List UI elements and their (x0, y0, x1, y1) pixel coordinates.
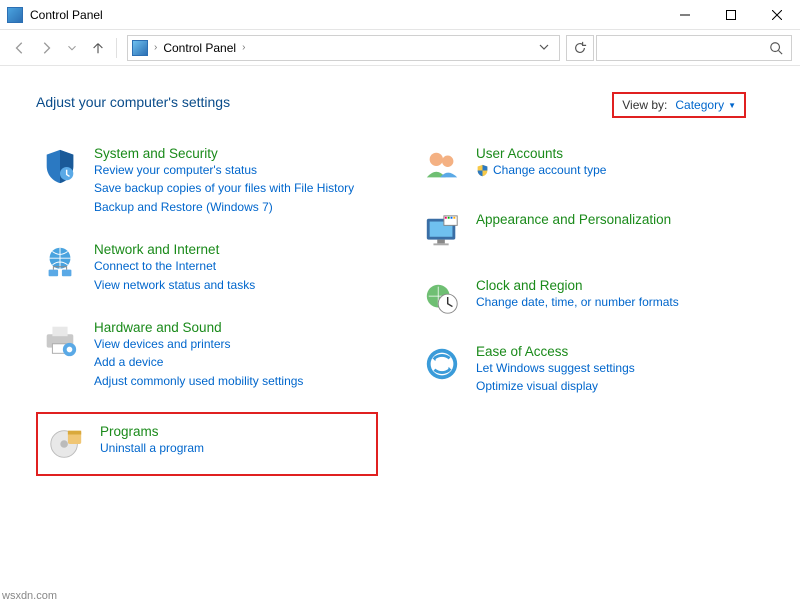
address-icon (132, 40, 148, 56)
shield-icon (40, 146, 80, 186)
users-icon (422, 146, 462, 186)
chevron-right-icon: › (242, 42, 245, 53)
category-link[interactable]: Review your computer's status (94, 162, 354, 179)
category-title[interactable]: User Accounts (476, 146, 606, 161)
category-link[interactable]: Change account type (493, 162, 606, 179)
globe-icon (40, 242, 80, 282)
back-button[interactable] (8, 36, 32, 60)
category-title[interactable]: Clock and Region (476, 278, 679, 293)
minimize-button[interactable] (662, 0, 708, 30)
right-column: User Accounts Change account type Appear… (418, 142, 760, 476)
watermark: wsxdn.com (2, 590, 57, 602)
category-programs: Programs Uninstall a program (36, 412, 378, 476)
category-ease-of-access: Ease of Access Let Windows suggest setti… (418, 340, 760, 400)
category-link[interactable]: Backup and Restore (Windows 7) (94, 199, 354, 216)
category-title[interactable]: Hardware and Sound (94, 320, 303, 335)
content-area: Adjust your computer's settings View by:… (0, 66, 800, 476)
window-title: Control Panel (30, 8, 103, 22)
category-title[interactable]: System and Security (94, 146, 354, 161)
category-link[interactable]: View network status and tasks (94, 277, 255, 294)
ease-of-access-icon (422, 344, 462, 384)
titlebar: Control Panel (0, 0, 800, 30)
category-title[interactable]: Ease of Access (476, 344, 635, 359)
address-bar[interactable]: › Control Panel › (127, 35, 560, 61)
category-user-accounts: User Accounts Change account type (418, 142, 760, 190)
forward-button[interactable] (34, 36, 58, 60)
programs-icon (46, 424, 86, 464)
refresh-button[interactable] (566, 35, 594, 61)
category-system-security: System and Security Review your computer… (36, 142, 378, 220)
up-button[interactable] (86, 36, 110, 60)
category-clock-region: Clock and Region Change date, time, or n… (418, 274, 760, 322)
category-link[interactable]: Let Windows suggest settings (476, 360, 635, 377)
category-title[interactable]: Network and Internet (94, 242, 255, 257)
category-link[interactable]: Connect to the Internet (94, 258, 255, 275)
category-title[interactable]: Appearance and Personalization (476, 212, 671, 227)
chevron-down-icon: ▼ (728, 101, 736, 110)
category-link[interactable]: Optimize visual display (476, 378, 635, 395)
categories: System and Security Review your computer… (36, 142, 760, 476)
view-by-value[interactable]: Category▼ (675, 98, 736, 112)
category-link[interactable]: Adjust commonly used mobility settings (94, 373, 303, 390)
search-icon (769, 41, 783, 55)
view-by-label: View by: (622, 98, 667, 112)
recent-dropdown[interactable] (60, 36, 84, 60)
category-link[interactable]: View devices and printers (94, 336, 303, 353)
search-input[interactable] (596, 35, 792, 61)
close-button[interactable] (754, 0, 800, 30)
chevron-right-icon: › (154, 42, 157, 53)
category-title[interactable]: Programs (100, 424, 204, 439)
view-by-control[interactable]: View by: Category▼ (612, 92, 746, 118)
category-network-internet: Network and Internet Connect to the Inte… (36, 238, 378, 298)
maximize-button[interactable] (708, 0, 754, 30)
uac-shield-icon (476, 164, 489, 177)
category-link[interactable]: Uninstall a program (100, 440, 204, 457)
category-link[interactable]: Save backup copies of your files with Fi… (94, 180, 354, 197)
clock-icon (422, 278, 462, 318)
navbar: › Control Panel › (0, 30, 800, 66)
category-hardware-sound: Hardware and Sound View devices and prin… (36, 316, 378, 394)
left-column: System and Security Review your computer… (36, 142, 378, 476)
control-panel-icon (7, 7, 23, 23)
address-dropdown[interactable] (533, 41, 555, 55)
printer-icon (40, 320, 80, 360)
category-link[interactable]: Add a device (94, 354, 303, 371)
monitor-icon (422, 212, 462, 252)
category-appearance-personalization: Appearance and Personalization (418, 208, 760, 256)
breadcrumb[interactable]: Control Panel (163, 41, 236, 55)
category-link[interactable]: Change date, time, or number formats (476, 294, 679, 311)
